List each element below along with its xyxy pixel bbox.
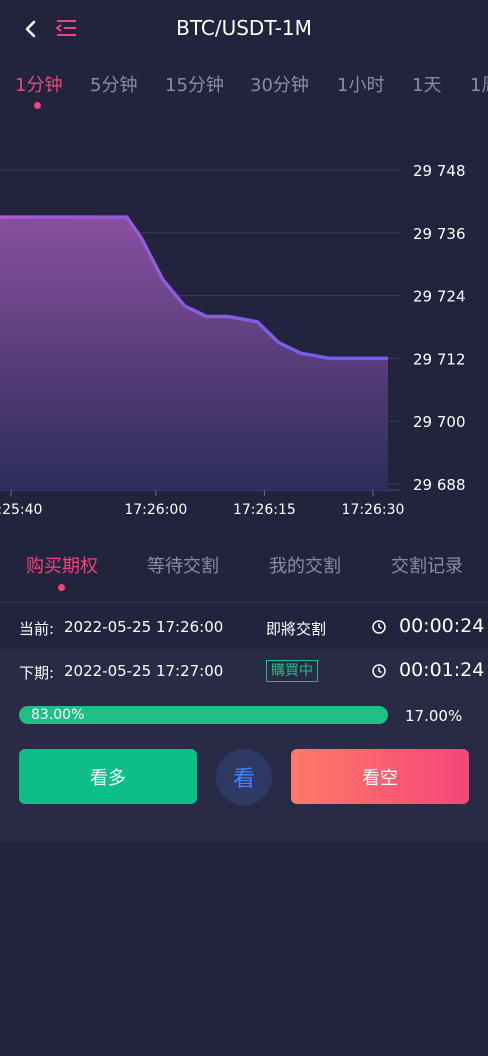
current-label: 当前: (19, 620, 55, 638)
tab-1day[interactable]: 1天 (412, 71, 441, 97)
trade-panel: 当前: 2022-05-25 17:26:00 即將交割 00:00:24 下期… (0, 603, 488, 842)
trade-tabs: 购买期权 等待交割 我的交割 交割记录 (0, 540, 488, 600)
clock-icon (372, 620, 386, 634)
current-countdown: 00:00:24 (399, 615, 485, 637)
y-tick-label: 29 724 (413, 288, 466, 306)
y-tick-label: 29 736 (413, 225, 466, 243)
y-tick-label: 29 712 (413, 350, 466, 368)
x-tick-label: 17:25:40 (0, 502, 42, 518)
tab-30min[interactable]: 30分钟 (250, 71, 309, 97)
active-tab-indicator (34, 102, 41, 109)
active-subtab-indicator (58, 584, 65, 591)
x-tick-label: 17:26:30 (342, 502, 405, 518)
x-tick-label: 17:26:00 (124, 502, 187, 518)
buy-long-button[interactable]: 看多 (19, 749, 197, 804)
next-time: 2022-05-25 17:27:00 (64, 662, 224, 680)
buy-short-button[interactable]: 看空 (291, 749, 469, 804)
header: BTC/USDT-1M (0, 0, 488, 58)
tab-1min[interactable]: 1分钟 (15, 71, 62, 97)
tab-waiting-delivery[interactable]: 等待交割 (147, 552, 219, 578)
clock-icon (372, 664, 386, 678)
page-title: BTC/USDT-1M (176, 16, 312, 40)
tab-delivery-record[interactable]: 交割记录 (391, 552, 463, 578)
tab-my-delivery[interactable]: 我的交割 (269, 552, 341, 578)
tab-15min[interactable]: 15分钟 (165, 71, 224, 97)
long-short-ratio-bar: 83.00% (19, 706, 388, 724)
watch-button[interactable]: 看 (216, 749, 272, 805)
current-period-row: 当前: 2022-05-25 17:26:00 即將交割 00:00:24 (0, 603, 488, 649)
tab-5min[interactable]: 5分钟 (90, 71, 137, 97)
y-tick-label: 29 688 (413, 476, 466, 494)
next-label: 下期: (19, 664, 55, 682)
x-tick-label: 17:26:15 (233, 502, 296, 518)
short-ratio: 17.00% (405, 707, 463, 725)
long-ratio: 83.00% (31, 707, 85, 723)
status-badge: 購買中 (266, 660, 318, 682)
price-chart[interactable]: 29 748 29 736 29 724 29 712 29 700 29 688 17:… (0, 110, 488, 530)
period-tabs: 1分钟 5分钟 15分钟 30分钟 1小时 1天 1周 (0, 58, 488, 110)
current-status: 即將交割 (266, 620, 327, 638)
tab-buy-option[interactable]: 购买期权 (26, 552, 98, 578)
price-area (0, 217, 388, 490)
tab-1week[interactable]: 1周 (470, 71, 488, 97)
y-tick-label: 29 748 (413, 162, 466, 180)
next-countdown: 00:01:24 (399, 659, 485, 681)
y-tick-label: 29 700 (413, 413, 466, 431)
current-time: 2022-05-25 17:26:00 (64, 618, 224, 636)
tab-1hour[interactable]: 1小时 (337, 71, 384, 97)
